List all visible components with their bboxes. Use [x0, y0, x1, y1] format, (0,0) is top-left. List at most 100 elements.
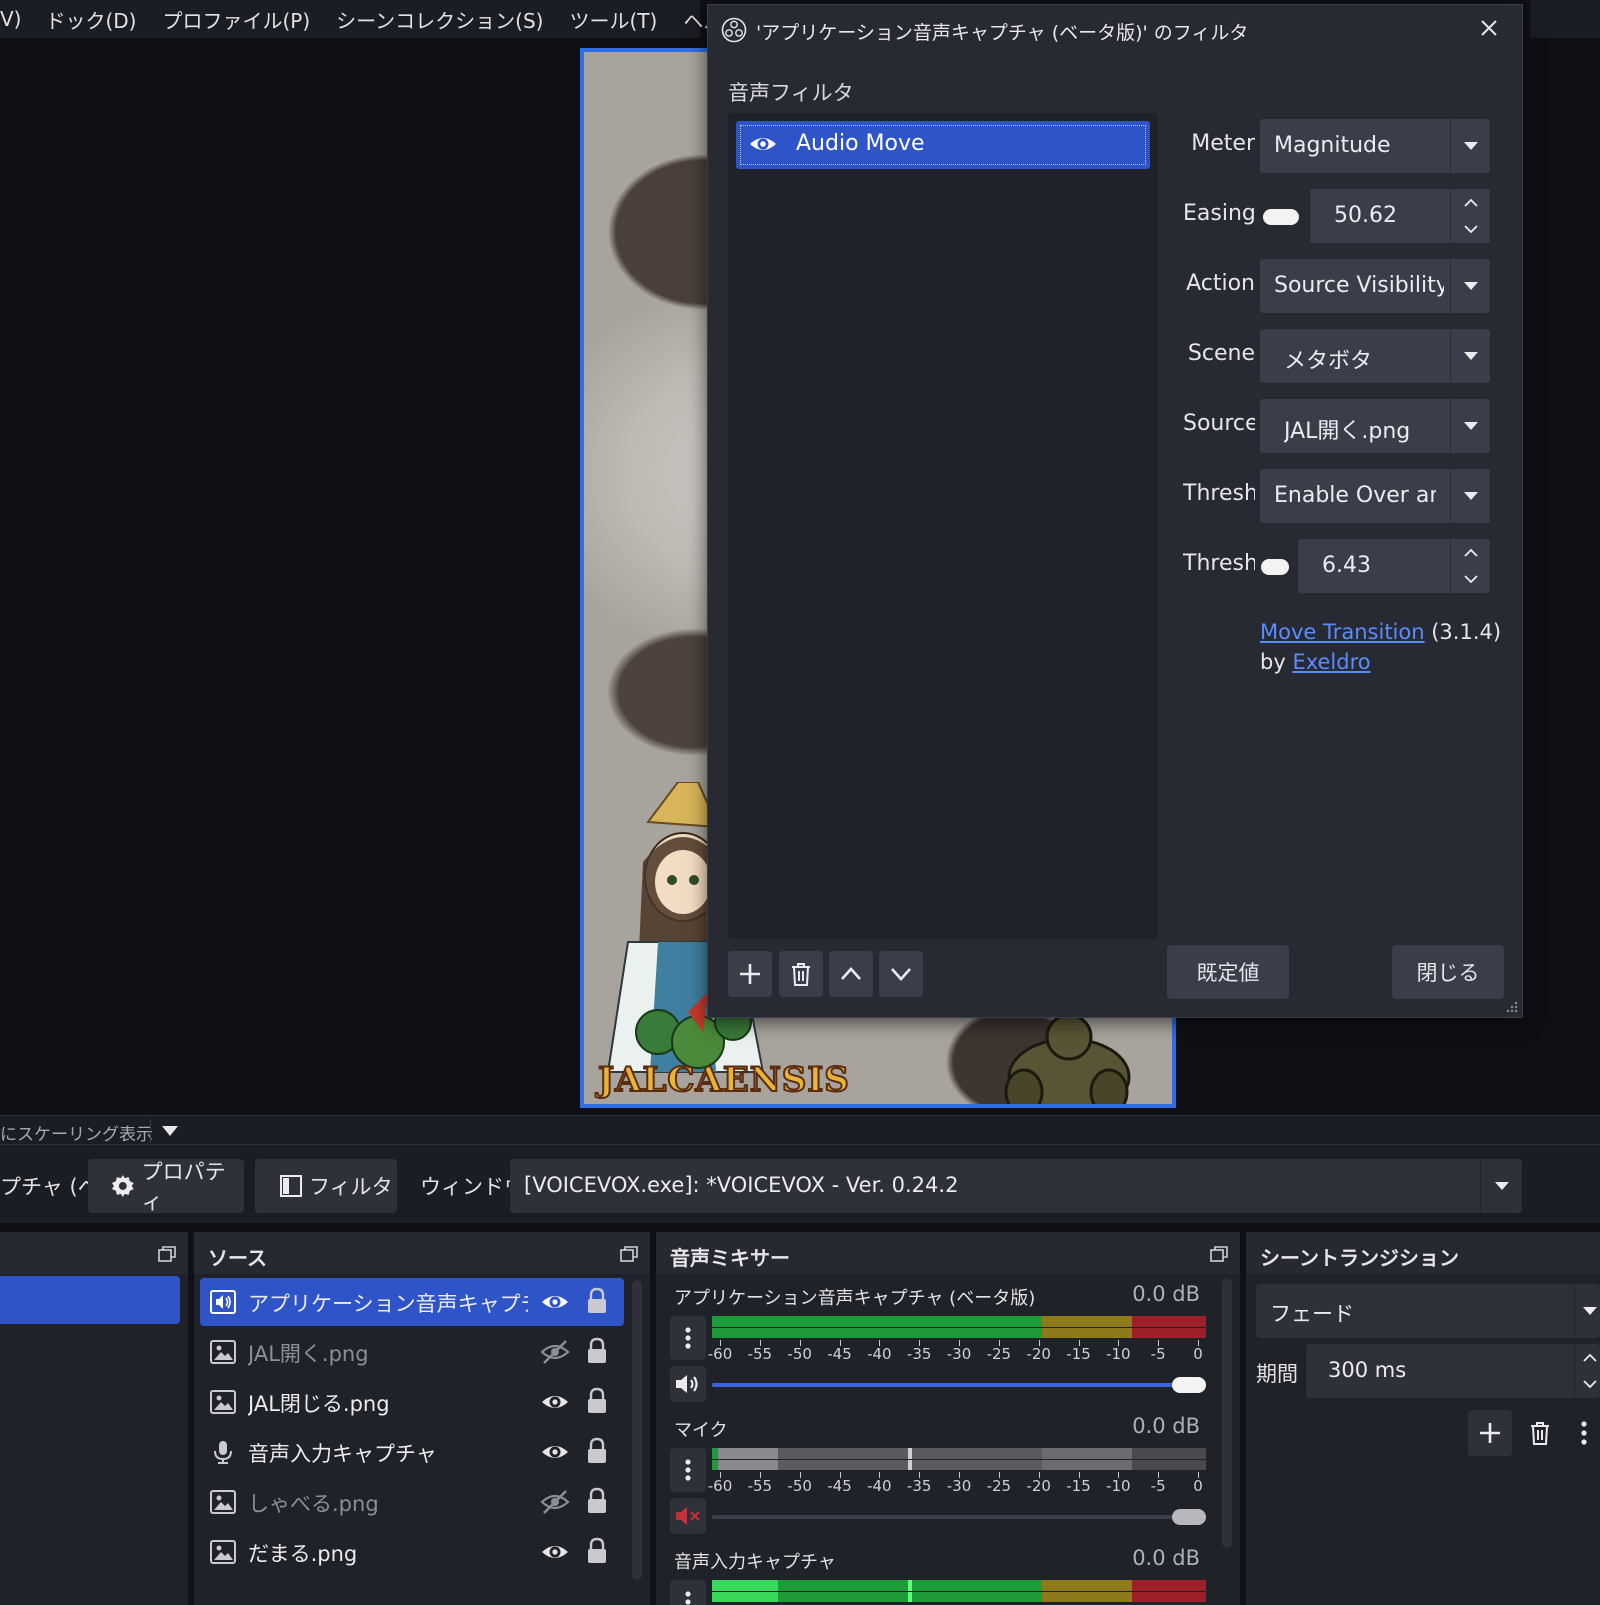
undock-icon[interactable] [1210, 1246, 1228, 1262]
menu-dock[interactable]: ドック(D) [45, 5, 136, 34]
menu-scene-collection[interactable]: シーンコレクション(S) [336, 5, 543, 34]
move-filter-down-button[interactable] [879, 951, 923, 997]
threshold-mode-value: Enable Over and [1274, 483, 1436, 508]
scene-item-selected[interactable] [0, 1276, 180, 1324]
sources-dock: ソース アプリケーション音声キャプチャ (ベータ版) JAL開く.png JAL… [194, 1232, 650, 1605]
lock-icon[interactable] [586, 1287, 608, 1315]
source-row-silent[interactable]: だまる.png [200, 1528, 624, 1576]
mixer-title: 音声ミキサー [670, 1246, 790, 1270]
eye-slash-icon[interactable] [540, 1489, 570, 1515]
preview-logo: JALCAENSIS [597, 1059, 850, 1101]
window-select[interactable]: [VOICEVOX.exe]: *VOICEVOX - Ver. 0.24.2 [510, 1159, 1522, 1213]
spin-up-button[interactable] [1575, 1344, 1600, 1371]
eye-icon[interactable] [748, 131, 778, 157]
plugin-link[interactable]: Move Transition [1260, 620, 1425, 644]
move-filter-up-button[interactable] [829, 951, 873, 997]
spin-up-button[interactable] [1451, 539, 1491, 566]
undock-icon[interactable] [620, 1246, 638, 1262]
add-filter-button[interactable] [728, 951, 772, 997]
meter-tick-label: -35 [906, 1477, 932, 1495]
menu-tools[interactable]: ツール(T) [569, 5, 657, 34]
channel-menu-button[interactable] [670, 1448, 706, 1492]
duration-spinbox[interactable]: 300 ms [1306, 1344, 1600, 1398]
eye-icon[interactable] [540, 1289, 570, 1315]
scale-mode-label[interactable]: にスケーリング表示 [0, 1120, 153, 1145]
lock-icon[interactable] [586, 1487, 608, 1515]
eye-slash-icon[interactable] [540, 1339, 570, 1365]
spin-down-button[interactable] [1575, 1371, 1600, 1398]
undock-icon[interactable] [158, 1246, 176, 1262]
caret-down-icon[interactable] [160, 1124, 180, 1138]
action-select[interactable]: Source Visibility [1260, 259, 1490, 313]
source-row-talk[interactable]: しゃべる.png [200, 1478, 624, 1526]
remove-filter-button[interactable] [779, 951, 823, 997]
scrollbar[interactable] [632, 1280, 642, 1580]
source-row-jal-open[interactable]: JAL開く.png [200, 1328, 624, 1376]
source-row-audio-input[interactable]: 音声入力キャプチャ [200, 1428, 624, 1476]
resize-grip-icon[interactable] [1506, 1001, 1518, 1013]
source-row-jal-close[interactable]: JAL閉じる.png [200, 1378, 624, 1426]
menu-view[interactable]: V) [0, 7, 21, 31]
channel-menu-button[interactable] [670, 1316, 706, 1360]
menu-bar-right [1530, 0, 1600, 38]
author-link[interactable]: Exeldro [1292, 650, 1370, 674]
duration-label: 期間 [1256, 1362, 1298, 1386]
lock-icon[interactable] [586, 1387, 608, 1415]
image-icon [210, 1340, 236, 1364]
eye-icon[interactable] [540, 1439, 570, 1465]
easing-spinbox[interactable]: 50.62 [1310, 189, 1490, 243]
gear-icon [111, 1175, 134, 1197]
dialog-titlebar[interactable]: 'アプリケーション音声キャプチャ (ベータ版)' のフィルタ [708, 5, 1522, 53]
volume-fader[interactable] [712, 1506, 1206, 1528]
threshold-mode-select[interactable]: Enable Over and [1260, 469, 1490, 523]
transition-properties-button[interactable] [1562, 1410, 1600, 1456]
transition-select[interactable]: フェード [1256, 1284, 1600, 1338]
more-vertical-icon [685, 1327, 691, 1349]
meter-tick-label: -35 [906, 1345, 932, 1363]
mixer-channel-audio-input: 音声入力キャプチャ 0.0 dB [656, 1542, 1216, 1605]
plugin-by: by [1260, 650, 1286, 674]
close-button[interactable]: 閉じる [1392, 945, 1504, 999]
menu-profile[interactable]: プロファイル(P) [163, 5, 311, 34]
close-icon[interactable] [1478, 17, 1500, 39]
dropdown-arrow [1450, 329, 1490, 383]
easing-slider[interactable] [1263, 209, 1299, 225]
eye-icon[interactable] [540, 1539, 570, 1565]
scrollbar[interactable] [1222, 1278, 1232, 1548]
volume-fader[interactable] [712, 1374, 1206, 1396]
spin-up-button[interactable] [1451, 189, 1491, 216]
threshold-slider[interactable] [1261, 559, 1289, 575]
lock-icon[interactable] [586, 1537, 608, 1565]
meter-tick-label: -50 [787, 1345, 812, 1363]
filter-list[interactable]: Audio Move [728, 113, 1158, 939]
meter-tick-label: 0 [1193, 1345, 1203, 1363]
filter-item-audio-move[interactable]: Audio Move [736, 121, 1150, 169]
eye-icon[interactable] [540, 1389, 570, 1415]
defaults-button[interactable]: 既定値 [1167, 945, 1289, 999]
meter-scale: -60 -55 -50 -45 -40 -35 -30 -25 -20 -15 -10 -5 0 [708, 1340, 1206, 1364]
channel-menu-button[interactable] [670, 1580, 706, 1605]
spin-down-button[interactable] [1451, 216, 1491, 243]
properties-button[interactable]: プロパティ [88, 1159, 244, 1214]
scene-select[interactable]: メタボタ [1260, 329, 1490, 383]
caret-down-icon [1463, 422, 1478, 430]
preview-scale-bar: にスケーリング表示 [0, 1115, 1600, 1145]
remove-transition-button[interactable] [1518, 1410, 1562, 1456]
filters-button[interactable]: フィルタ [255, 1159, 397, 1213]
caret-down-icon [1582, 1307, 1597, 1315]
caret-down-icon [1463, 352, 1478, 360]
mute-button[interactable] [670, 1366, 706, 1402]
source-row-app-audio[interactable]: アプリケーション音声キャプチャ (ベータ版) [200, 1278, 624, 1326]
threshold-mode-label: Thresh [1183, 481, 1255, 506]
lock-icon[interactable] [586, 1337, 608, 1365]
channel-name: マイク [674, 1420, 728, 1441]
meter-select[interactable]: Magnitude [1260, 119, 1490, 173]
add-transition-button[interactable] [1468, 1410, 1512, 1456]
threshold-spinbox[interactable]: 6.43 [1298, 539, 1490, 593]
mute-button[interactable] [670, 1498, 706, 1534]
channel-name: アプリケーション音声キャプチャ (ベータ版) [674, 1288, 1036, 1309]
spin-down-button[interactable] [1451, 566, 1491, 593]
source-select[interactable]: JAL開く.png [1260, 399, 1490, 453]
dropdown-arrow [1480, 1159, 1522, 1213]
lock-icon[interactable] [586, 1437, 608, 1465]
